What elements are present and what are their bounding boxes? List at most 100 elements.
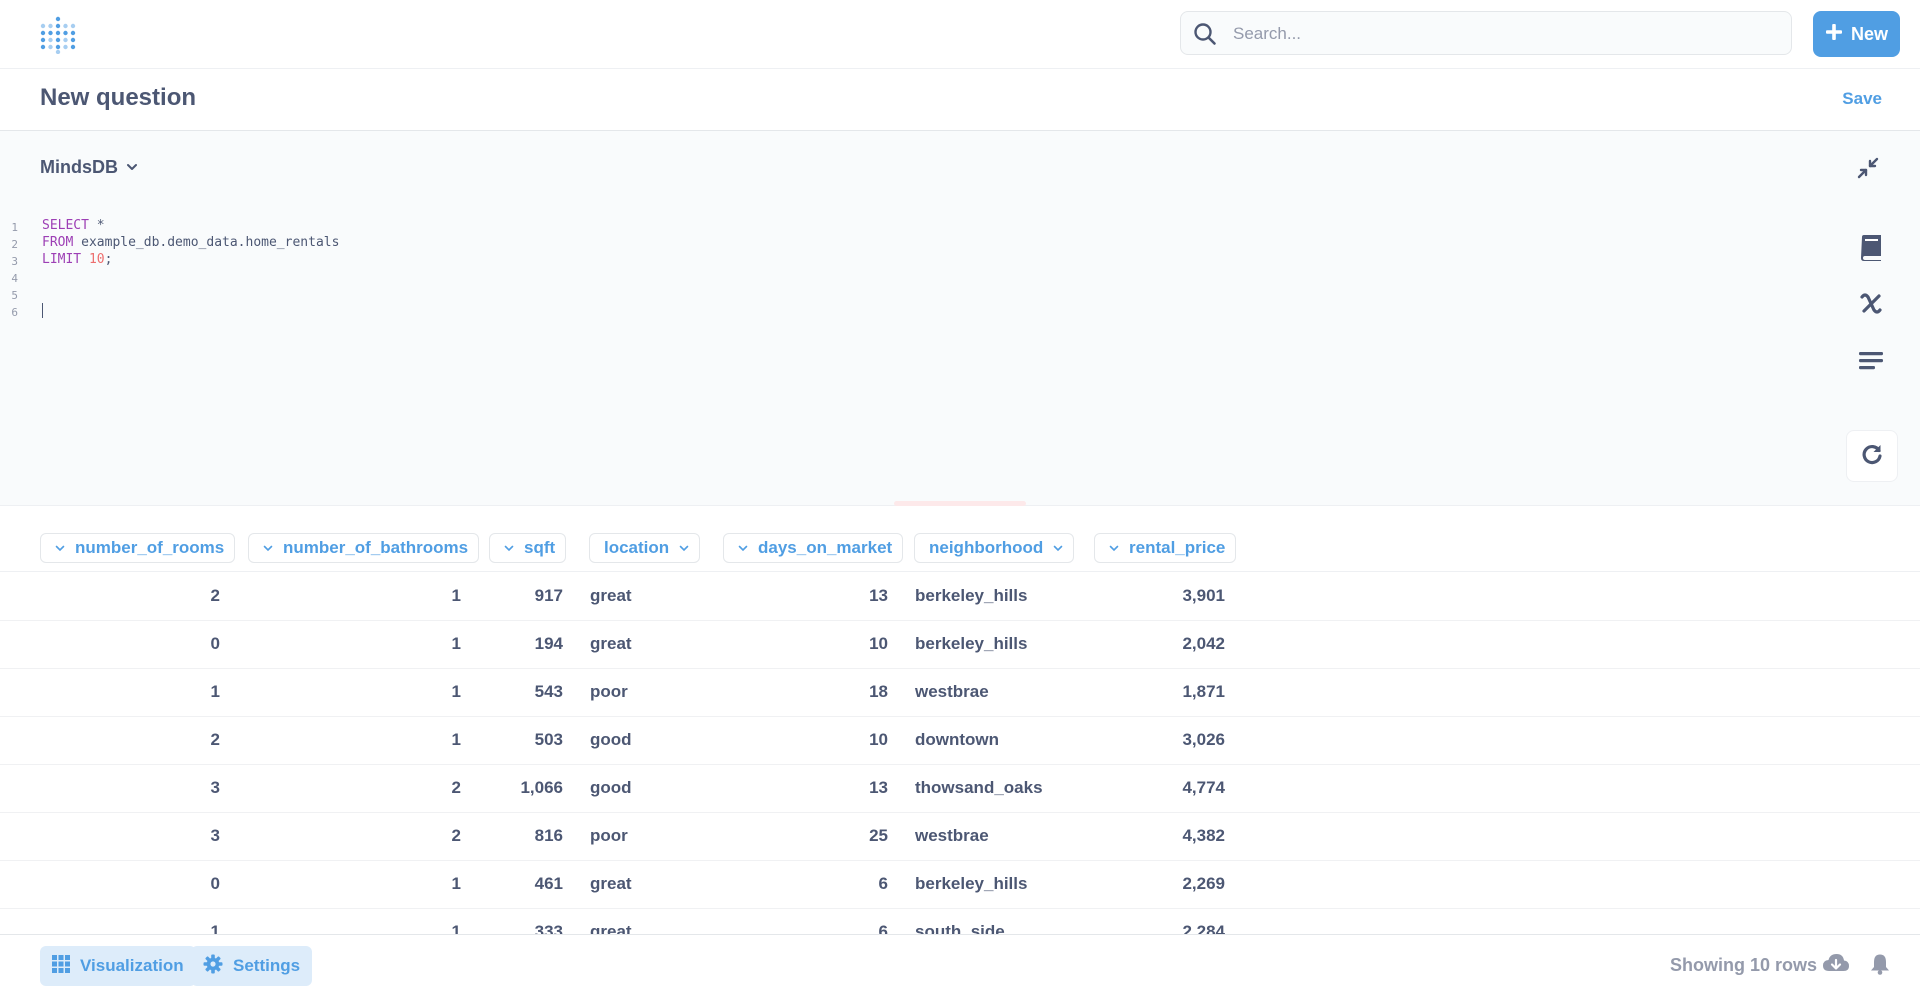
- cell-neighborhood[interactable]: thowsand_oaks: [915, 778, 1043, 798]
- cell-location[interactable]: poor: [590, 682, 628, 702]
- database-name: MindsDB: [40, 157, 118, 177]
- column-header-location[interactable]: location: [589, 533, 701, 563]
- table-row: 0 1 194 great 10 berkeley_hills 2,042: [0, 620, 1920, 669]
- cell-location[interactable]: great: [590, 874, 632, 894]
- cell-sqft[interactable]: 503: [535, 730, 563, 750]
- chevron-down-icon: [738, 538, 748, 558]
- cell-days-on-market[interactable]: 13: [869, 778, 888, 798]
- row-count-text: Showing 10 rows: [1670, 955, 1818, 975]
- cell-sqft[interactable]: 917: [535, 586, 563, 606]
- cell-sqft[interactable]: 816: [535, 826, 563, 846]
- column-header-sqft[interactable]: sqft: [489, 533, 567, 563]
- sql-number: 10: [88, 252, 105, 267]
- bell-icon[interactable]: [1869, 953, 1891, 980]
- cell-neighborhood[interactable]: south_side: [915, 922, 1005, 934]
- cell-neighborhood[interactable]: westbrae: [915, 826, 989, 846]
- collapse-editor-icon[interactable]: [1856, 156, 1880, 185]
- settings-button[interactable]: Settings: [191, 946, 313, 986]
- cell-number-of-rooms[interactable]: 2: [211, 586, 220, 606]
- cell-days-on-market[interactable]: 13: [869, 586, 888, 606]
- cell-number-of-bathrooms[interactable]: 2: [452, 826, 461, 846]
- cell-number-of-bathrooms[interactable]: 1: [452, 730, 461, 750]
- variables-x-icon[interactable]: [1858, 290, 1884, 321]
- cell-number-of-rooms[interactable]: 0: [211, 634, 220, 654]
- chevron-down-icon: [504, 538, 514, 558]
- cell-neighborhood[interactable]: berkeley_hills: [915, 586, 1027, 606]
- cell-rental-price[interactable]: 2,042: [1182, 634, 1225, 654]
- cell-neighborhood[interactable]: downtown: [915, 730, 999, 750]
- column-header-neighborhood[interactable]: neighborhood: [914, 533, 1075, 563]
- cell-location[interactable]: good: [590, 730, 632, 750]
- cell-number-of-rooms[interactable]: 1: [211, 922, 220, 934]
- cell-number-of-bathrooms[interactable]: 1: [452, 922, 461, 934]
- cell-number-of-bathrooms[interactable]: 1: [452, 874, 461, 894]
- cell-rental-price[interactable]: 3,026: [1182, 730, 1225, 750]
- cell-number-of-rooms[interactable]: 0: [211, 874, 220, 894]
- database-picker[interactable]: MindsDB: [40, 157, 138, 178]
- visualization-label: Visualization: [80, 956, 184, 975]
- chevron-down-icon: [679, 538, 689, 558]
- visualization-button[interactable]: Visualization: [40, 946, 196, 986]
- cell-neighborhood[interactable]: berkeley_hills: [915, 634, 1027, 654]
- column-header-days-on-market[interactable]: days_on_market: [723, 533, 904, 563]
- line-number: 5: [11, 289, 18, 302]
- code-line: FROM example_db.demo_data.home_rentals: [42, 234, 339, 251]
- metabase-logo-icon[interactable]: [40, 16, 76, 55]
- sql-code[interactable]: SELECT * FROM example_db.demo_data.home_…: [42, 217, 339, 319]
- cell-days-on-market[interactable]: 10: [869, 634, 888, 654]
- cell-sqft[interactable]: 194: [535, 634, 563, 654]
- cell-rental-price[interactable]: 4,774: [1182, 778, 1225, 798]
- cell-location[interactable]: poor: [590, 826, 628, 846]
- cell-sqft[interactable]: 461: [535, 874, 563, 894]
- table-row: 2 1 503 good 10 downtown 3,026: [0, 716, 1920, 765]
- cell-number-of-rooms[interactable]: 3: [211, 778, 220, 798]
- column-header-rental-price[interactable]: rental_price: [1094, 533, 1237, 563]
- cell-location[interactable]: good: [590, 778, 632, 798]
- gear-icon: [203, 954, 223, 979]
- search-icon: [1193, 22, 1217, 51]
- cell-rental-price[interactable]: 4,382: [1182, 826, 1225, 846]
- cell-rental-price[interactable]: 1,871: [1182, 682, 1225, 702]
- new-button[interactable]: New: [1813, 11, 1900, 57]
- cell-days-on-market[interactable]: 10: [869, 730, 888, 750]
- cell-days-on-market[interactable]: 6: [879, 874, 888, 894]
- cell-number-of-rooms[interactable]: 2: [211, 730, 220, 750]
- save-button[interactable]: Save: [1842, 89, 1882, 109]
- run-query-button[interactable]: [1846, 430, 1898, 482]
- cell-rental-price[interactable]: 3,901: [1182, 586, 1225, 606]
- cell-location[interactable]: great: [590, 922, 632, 934]
- cell-sqft[interactable]: 1,066: [520, 778, 563, 798]
- cell-sqft[interactable]: 543: [535, 682, 563, 702]
- cell-location[interactable]: great: [590, 586, 632, 606]
- column-header-number-of-bathrooms[interactable]: number_of_bathrooms: [248, 533, 480, 563]
- download-cloud-icon[interactable]: [1822, 953, 1850, 980]
- cell-neighborhood[interactable]: westbrae: [915, 682, 989, 702]
- chevron-down-icon: [126, 157, 138, 178]
- column-header-label: neighborhood: [929, 538, 1044, 557]
- cell-number-of-rooms[interactable]: 3: [211, 826, 220, 846]
- cell-number-of-bathrooms[interactable]: 2: [452, 778, 461, 798]
- plus-icon: [1825, 23, 1843, 46]
- cell-rental-price[interactable]: 2,269: [1182, 874, 1225, 894]
- table-row: 2 1 917 great 13 berkeley_hills 3,901: [0, 572, 1920, 621]
- results-table: number_of_rooms number_of_bathrooms sqft…: [0, 506, 1920, 934]
- cell-days-on-market[interactable]: 18: [869, 682, 888, 702]
- cell-number-of-rooms[interactable]: 1: [211, 682, 220, 702]
- data-reference-book-icon[interactable]: [1858, 234, 1884, 267]
- cell-number-of-bathrooms[interactable]: 1: [452, 586, 461, 606]
- search-input[interactable]: [1231, 12, 1775, 56]
- cell-sqft[interactable]: 333: [535, 922, 563, 934]
- sql-editor[interactable]: 1 2 3 4 5 6 SELECT * FROM example_db.dem…: [0, 205, 1920, 506]
- cell-days-on-market[interactable]: 25: [869, 826, 888, 846]
- snippets-lines-icon[interactable]: [1858, 349, 1884, 378]
- cell-location[interactable]: great: [590, 634, 632, 654]
- column-header-number-of-rooms[interactable]: number_of_rooms: [40, 533, 236, 563]
- cell-number-of-bathrooms[interactable]: 1: [452, 634, 461, 654]
- line-number: 2: [11, 238, 18, 251]
- cell-rental-price[interactable]: 2,284: [1182, 922, 1225, 934]
- cell-days-on-market[interactable]: 6: [879, 922, 888, 934]
- cell-number-of-bathrooms[interactable]: 1: [452, 682, 461, 702]
- search-bar[interactable]: [1180, 11, 1792, 56]
- cell-neighborhood[interactable]: berkeley_hills: [915, 874, 1027, 894]
